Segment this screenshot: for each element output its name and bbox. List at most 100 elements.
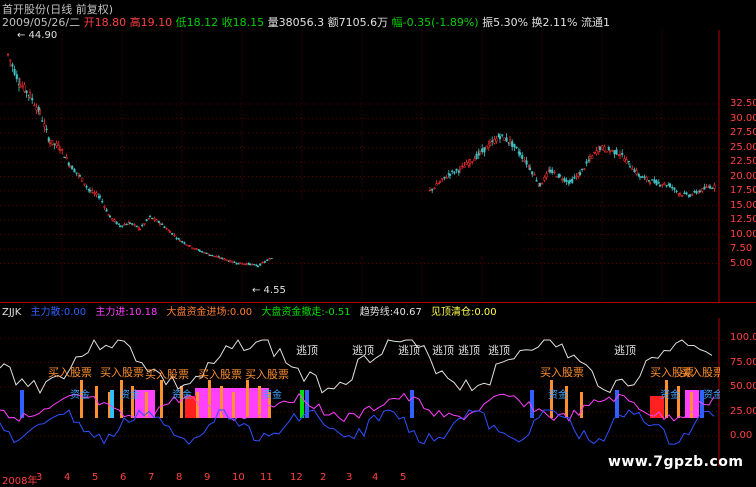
candle-body <box>693 191 696 193</box>
candle-body <box>445 177 448 179</box>
candle-body <box>241 263 244 265</box>
candle-body <box>221 257 224 259</box>
candle-body <box>85 186 88 188</box>
price-axis-label: 27.50 <box>730 127 756 138</box>
candle-body <box>47 137 50 142</box>
candle-body <box>193 248 196 250</box>
candle-body <box>605 150 608 153</box>
price-axis-label: 20.00 <box>730 170 756 182</box>
candle-body <box>48 142 52 144</box>
candlestick-chart[interactable]: ← 44.90 ← 4.55 <box>0 30 720 302</box>
price-axis-label: 17.50 <box>730 185 756 196</box>
candle-body <box>185 244 188 246</box>
candle-body <box>238 262 242 265</box>
candle-body <box>585 161 588 164</box>
quote-header: 首开股份(日线 前复权) 2009/05/26/二 开18.80 高19.10 … <box>0 0 756 30</box>
candle-body <box>575 175 578 178</box>
candle-body <box>157 220 160 223</box>
candle-body <box>161 223 164 226</box>
candle-body <box>173 234 176 237</box>
top-annotation: 逃顶 <box>432 344 454 357</box>
candle-body <box>578 172 582 176</box>
candle-body <box>23 84 26 92</box>
candle-body <box>201 251 204 253</box>
candle-body <box>75 172 78 174</box>
candle-body <box>18 83 22 88</box>
ind-label-1: 主力进 <box>95 307 126 318</box>
candle-body <box>643 176 646 178</box>
candle-body <box>198 250 202 252</box>
candle-body <box>83 183 86 185</box>
candle-body <box>73 169 76 173</box>
candle-body <box>455 168 458 171</box>
candle-body <box>431 188 434 191</box>
candle-body <box>259 263 262 266</box>
candle-body <box>683 192 686 194</box>
candle-body <box>181 241 184 243</box>
candle-body <box>515 146 518 149</box>
candle-body <box>71 165 74 170</box>
main-force-line <box>0 392 715 423</box>
candle-body <box>631 168 634 171</box>
high-value: 19.10 <box>140 16 173 29</box>
candle-body <box>498 136 502 140</box>
time-axis-label: 7 <box>148 472 155 483</box>
fund-annotation: 资金 <box>70 388 90 401</box>
low-value: 18.12 <box>186 16 219 29</box>
candle-body <box>705 186 708 188</box>
candle-body <box>521 154 524 159</box>
price-axis-label: 32.50 <box>730 98 756 109</box>
ind-label-5: 见顶清仓 <box>431 307 471 318</box>
candle-body <box>608 150 612 153</box>
time-axis-label: 2 <box>320 472 327 483</box>
candle-body <box>621 152 624 155</box>
candle-body <box>31 98 34 101</box>
time-axis-label: 5 <box>400 472 407 483</box>
candle-body <box>435 183 438 186</box>
ind-label-4: 趋势线 <box>359 307 390 318</box>
candle-body <box>481 148 484 153</box>
candle-body <box>133 224 136 226</box>
candle-body <box>175 237 178 240</box>
float-value: 1 <box>602 16 610 29</box>
candle-body <box>528 167 532 170</box>
buy-annotation: 买入股票 <box>48 366 92 379</box>
candle-body <box>441 178 444 180</box>
volume-label: 量 <box>267 16 279 29</box>
fund-bar <box>208 380 211 418</box>
candle-body <box>107 214 110 216</box>
candle-body <box>217 256 220 258</box>
candle-body <box>627 160 630 163</box>
candle-body <box>266 259 269 261</box>
candle-body <box>215 256 218 258</box>
top-annotation: 逃顶 <box>398 344 420 357</box>
candle-body <box>25 90 28 93</box>
candle-body <box>551 169 554 174</box>
turnover-value: 2.11% <box>542 16 578 29</box>
high-label: 高 <box>129 16 141 29</box>
indicator-axis-label: 100.0 <box>730 332 756 343</box>
candle-body <box>655 180 658 185</box>
candle-body <box>67 162 70 166</box>
candle-body <box>571 178 574 183</box>
top-annotation: 逃顶 <box>488 344 510 357</box>
candle-body <box>158 223 162 225</box>
candle-body <box>527 165 530 167</box>
candle-body <box>13 69 16 75</box>
candle-body <box>543 176 546 181</box>
fund-annotation: 资金 <box>660 388 680 401</box>
candle-body <box>428 189 432 192</box>
candle-body <box>698 190 702 193</box>
candle-body <box>51 139 54 145</box>
candle-body <box>261 262 264 264</box>
candle-body <box>147 218 150 220</box>
candle-body <box>633 169 636 172</box>
indicator-chart[interactable]: 买入股票 买入股票 买入股票 买入股票 买入股票 买入股票 买入股票买入股票逃顶 逃顶 逃顶 逃顶… <box>0 318 720 466</box>
candle-body <box>137 227 140 230</box>
candle-body <box>81 177 84 182</box>
fund-bar <box>615 390 619 418</box>
candle-body <box>111 218 114 221</box>
candle-body <box>661 184 664 186</box>
candle-body <box>713 184 716 189</box>
candle-body <box>245 263 248 265</box>
